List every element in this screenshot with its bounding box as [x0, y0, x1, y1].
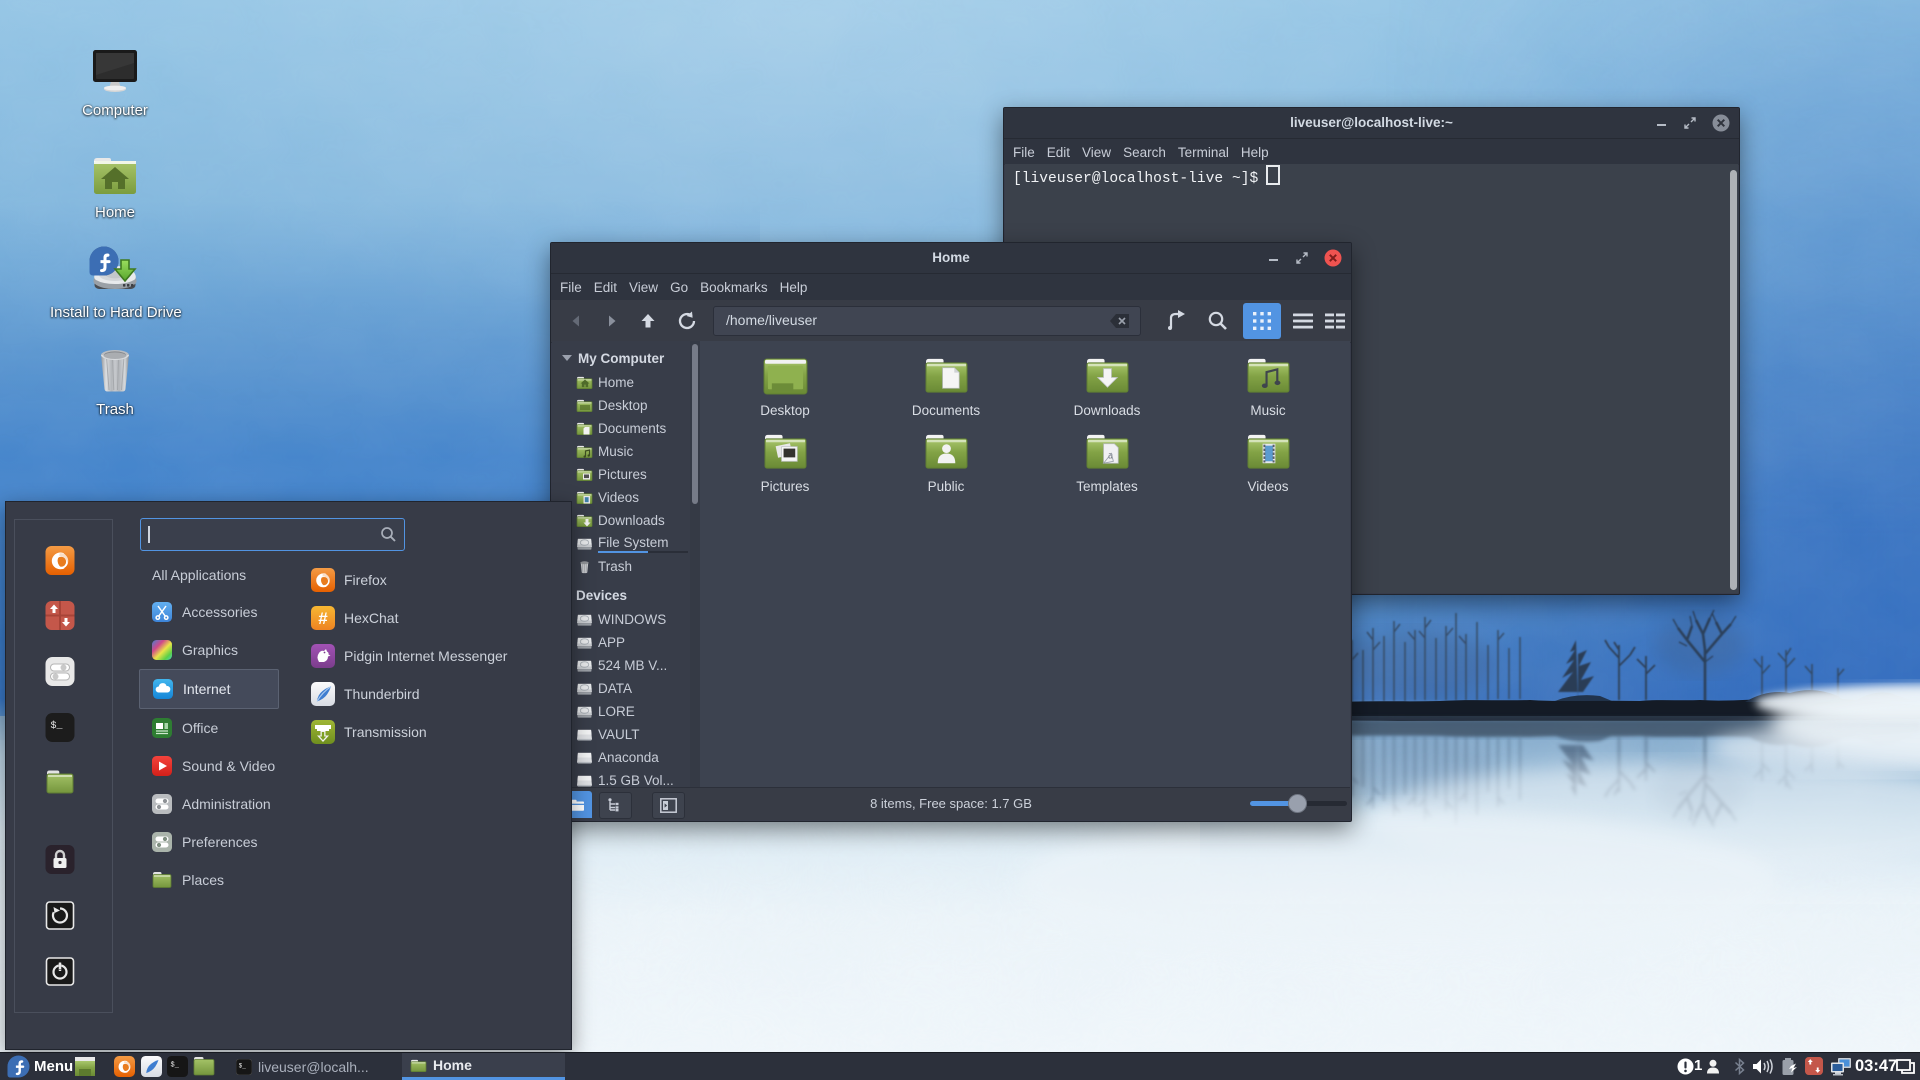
svg-text:$_: $_	[51, 720, 64, 732]
svg-text:#: #	[318, 609, 328, 628]
